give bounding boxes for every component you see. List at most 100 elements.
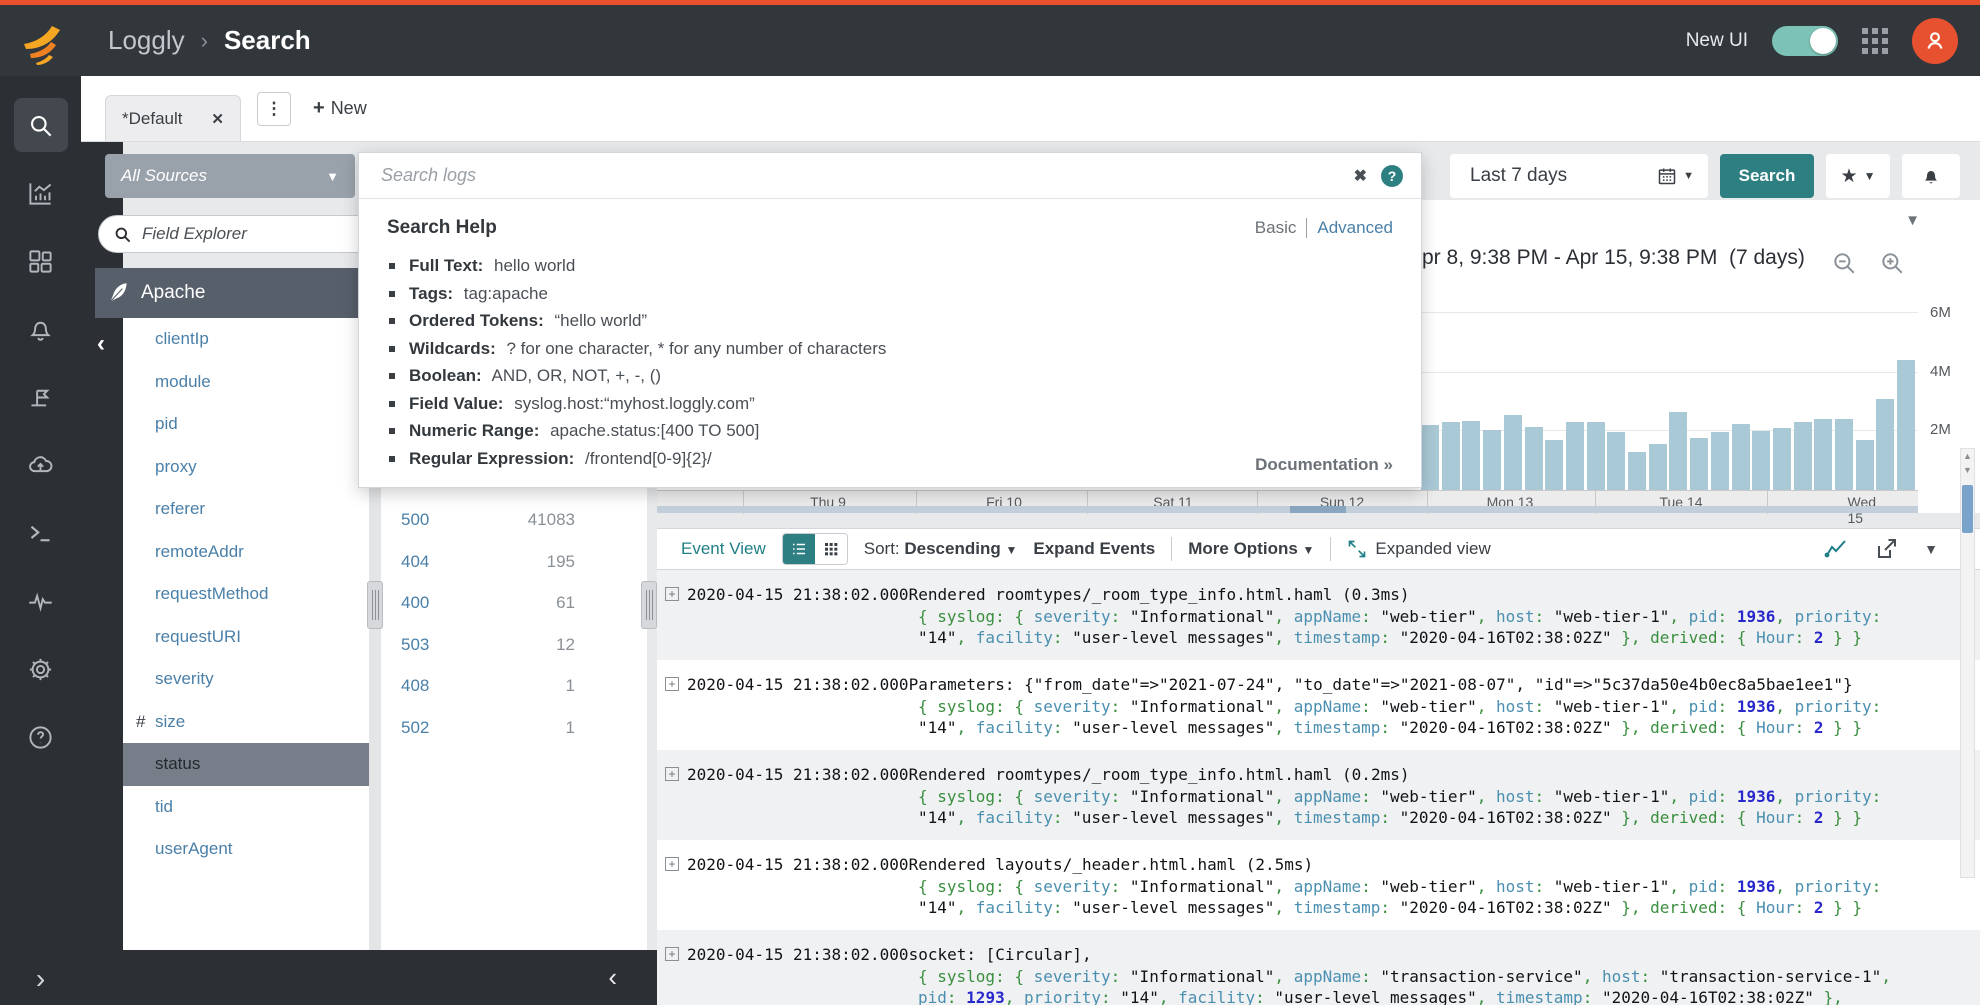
- event-row[interactable]: 2020-04-15 21:38:02.000 Rendered roomtyp…: [657, 750, 1980, 840]
- histogram-bar[interactable]: [1752, 431, 1770, 490]
- histogram-bar[interactable]: [1649, 444, 1667, 490]
- chevron-down-icon[interactable]: ▼: [1924, 541, 1938, 557]
- alerts-icon[interactable]: [14, 302, 68, 356]
- expanded-view-button[interactable]: Expanded view: [1347, 539, 1490, 559]
- scroll-up-icon[interactable]: ▲: [1961, 451, 1974, 461]
- histogram-bar[interactable]: [1814, 419, 1832, 490]
- expand-event-icon[interactable]: [665, 677, 679, 691]
- breadcrumb-brand[interactable]: Loggly: [108, 25, 185, 56]
- panel-resize-grip[interactable]: [641, 581, 657, 629]
- documentation-link[interactable]: Documentation »: [1255, 455, 1393, 475]
- expand-event-icon[interactable]: [665, 947, 679, 961]
- field-item-requestMethod[interactable]: requestMethod: [123, 573, 369, 616]
- field-item-requestURI[interactable]: requestURI: [123, 616, 369, 659]
- histogram-bar[interactable]: [1442, 422, 1460, 490]
- chart-icon[interactable]: [1824, 537, 1848, 561]
- histogram-bar[interactable]: [1587, 422, 1605, 490]
- list-view-icon[interactable]: [783, 534, 815, 564]
- histogram-bar[interactable]: [1835, 419, 1853, 490]
- value-key[interactable]: 502: [401, 707, 429, 749]
- anomalies-icon[interactable]: [14, 574, 68, 628]
- histogram-bar[interactable]: [1856, 440, 1874, 490]
- value-key[interactable]: 503: [401, 624, 429, 666]
- search-icon[interactable]: [14, 98, 68, 152]
- scroll-down-icon[interactable]: ▼: [1961, 465, 1974, 475]
- time-range-picker[interactable]: Last 7 days ▼: [1450, 154, 1708, 198]
- settings-icon[interactable]: [14, 642, 68, 696]
- event-row[interactable]: 2020-04-15 21:38:02.000 Rendered roomtyp…: [657, 570, 1980, 660]
- value-key[interactable]: 500: [401, 499, 429, 541]
- field-item-status[interactable]: status: [123, 743, 369, 786]
- expand-event-icon[interactable]: [665, 857, 679, 871]
- panel-resize-grip[interactable]: [367, 581, 383, 629]
- scrubber-thumb[interactable]: [1290, 506, 1346, 513]
- mode-advanced-link[interactable]: Advanced: [1317, 218, 1393, 238]
- histogram-bar[interactable]: [1876, 399, 1894, 490]
- field-item-size[interactable]: #size: [123, 701, 369, 744]
- histogram-bar[interactable]: [1711, 432, 1729, 490]
- field-item-proxy[interactable]: proxy: [123, 446, 369, 489]
- histogram-bar[interactable]: [1483, 430, 1501, 490]
- expand-events-button[interactable]: Expand Events: [1033, 539, 1155, 559]
- zoom-out-icon[interactable]: [1831, 250, 1857, 276]
- field-item-referer[interactable]: referer: [123, 488, 369, 531]
- histogram-bar[interactable]: [1690, 438, 1708, 490]
- histogram-bar[interactable]: [1525, 427, 1543, 490]
- histogram-bar[interactable]: [1669, 412, 1687, 490]
- source-setup-icon[interactable]: [14, 438, 68, 492]
- source-groups-icon[interactable]: [14, 370, 68, 424]
- search-button[interactable]: Search: [1720, 154, 1814, 198]
- field-item-clientIp[interactable]: clientIp: [123, 318, 369, 361]
- sources-dropdown[interactable]: All Sources ▼: [105, 154, 355, 198]
- histogram-bar[interactable]: [1773, 428, 1791, 490]
- dashboards-icon[interactable]: [14, 234, 68, 288]
- value-key[interactable]: 404: [401, 541, 429, 583]
- histogram-bar[interactable]: [1607, 432, 1625, 490]
- tab-menu-kebab-icon[interactable]: ⋮: [257, 92, 291, 126]
- field-item-tid[interactable]: tid: [123, 786, 369, 829]
- value-key[interactable]: 400: [401, 582, 429, 624]
- charts-icon[interactable]: [14, 166, 68, 220]
- field-group-header[interactable]: Apache: [95, 268, 391, 318]
- field-item-remoteAddr[interactable]: remoteAddr: [123, 531, 369, 574]
- grid-view-icon[interactable]: [815, 534, 847, 564]
- timeline-scrubber[interactable]: [657, 506, 1918, 513]
- new-ui-toggle[interactable]: [1772, 26, 1838, 56]
- histogram-bar[interactable]: [1794, 422, 1812, 490]
- event-row[interactable]: 2020-04-15 21:38:02.000 Parameters: {"fr…: [657, 660, 1980, 750]
- histogram-bar[interactable]: [1628, 452, 1646, 490]
- zoom-in-icon[interactable]: [1879, 250, 1905, 276]
- field-item-pid[interactable]: pid: [123, 403, 369, 446]
- search-input[interactable]: Search logs ✖ ?: [359, 153, 1421, 199]
- histogram-bar[interactable]: [1897, 360, 1915, 490]
- histogram-bar[interactable]: [1462, 421, 1480, 490]
- field-item-module[interactable]: module: [123, 361, 369, 404]
- expand-event-icon[interactable]: [665, 587, 679, 601]
- tab-default[interactable]: *Default ✕: [105, 95, 241, 141]
- scrollbar-thumb[interactable]: [1962, 485, 1973, 533]
- saved-searches-button[interactable]: ★▼: [1826, 154, 1890, 198]
- apps-grid-icon[interactable]: [1862, 28, 1888, 54]
- avatar-user-icon[interactable]: [1912, 18, 1958, 64]
- help-icon[interactable]: [14, 710, 68, 764]
- event-scrollbar[interactable]: ▲ ▼: [1960, 448, 1975, 878]
- clear-x-icon[interactable]: ✖: [1354, 166, 1367, 186]
- histogram-bar[interactable]: [1545, 440, 1563, 490]
- mode-basic-link[interactable]: Basic: [1255, 218, 1297, 238]
- histogram-bar[interactable]: [1504, 415, 1522, 490]
- histogram-bar[interactable]: [1421, 425, 1439, 490]
- alerts-bell-button[interactable]: [1902, 154, 1960, 198]
- collapse-panel-icon[interactable]: ‹: [608, 962, 617, 993]
- expand-rail-icon[interactable]: ›: [0, 963, 81, 995]
- help-circle-icon[interactable]: ?: [1381, 165, 1403, 187]
- sort-control[interactable]: Sort: Descending ▼: [864, 539, 1018, 559]
- chevron-down-icon[interactable]: ▼: [1905, 212, 1920, 229]
- value-key[interactable]: 408: [401, 665, 429, 707]
- field-explorer-search[interactable]: Field Explorer: [98, 215, 392, 253]
- solarwinds-logo-icon[interactable]: [16, 16, 66, 66]
- field-item-severity[interactable]: severity: [123, 658, 369, 701]
- live-tail-icon[interactable]: [14, 506, 68, 560]
- field-item-userAgent[interactable]: userAgent: [123, 828, 369, 871]
- expand-event-icon[interactable]: [665, 767, 679, 781]
- new-tab-button[interactable]: +New: [313, 97, 367, 120]
